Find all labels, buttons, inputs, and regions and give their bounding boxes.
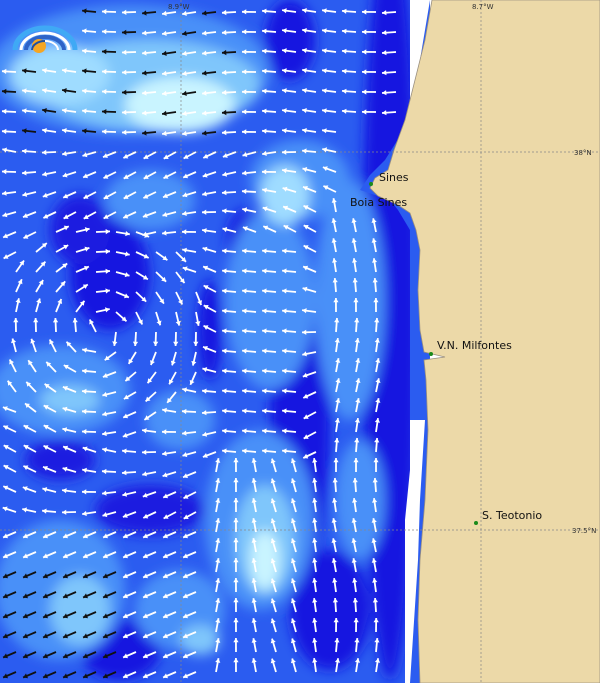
place-label-boia-sines: Boia Sines	[350, 196, 407, 209]
marker-milfontes[interactable]	[429, 352, 433, 356]
lon-label-left: 8.9°W	[168, 3, 190, 11]
lat-label-top: 38°N	[574, 149, 592, 157]
lon-label-right: 8.7°W	[472, 3, 494, 11]
place-label-milfontes: V.N. Milfontes	[437, 339, 512, 352]
marker-sines[interactable]	[369, 182, 373, 186]
place-label-teotonio: S. Teotonio	[482, 509, 542, 522]
marker-teotonio[interactable]	[474, 521, 478, 525]
lat-label-bottom: 37.5°N	[572, 527, 596, 535]
place-label-sines: Sines	[379, 171, 409, 184]
current-map: 8.9°W 8.7°W 38°N 37.5°N Sines Boia Sines…	[0, 0, 600, 683]
